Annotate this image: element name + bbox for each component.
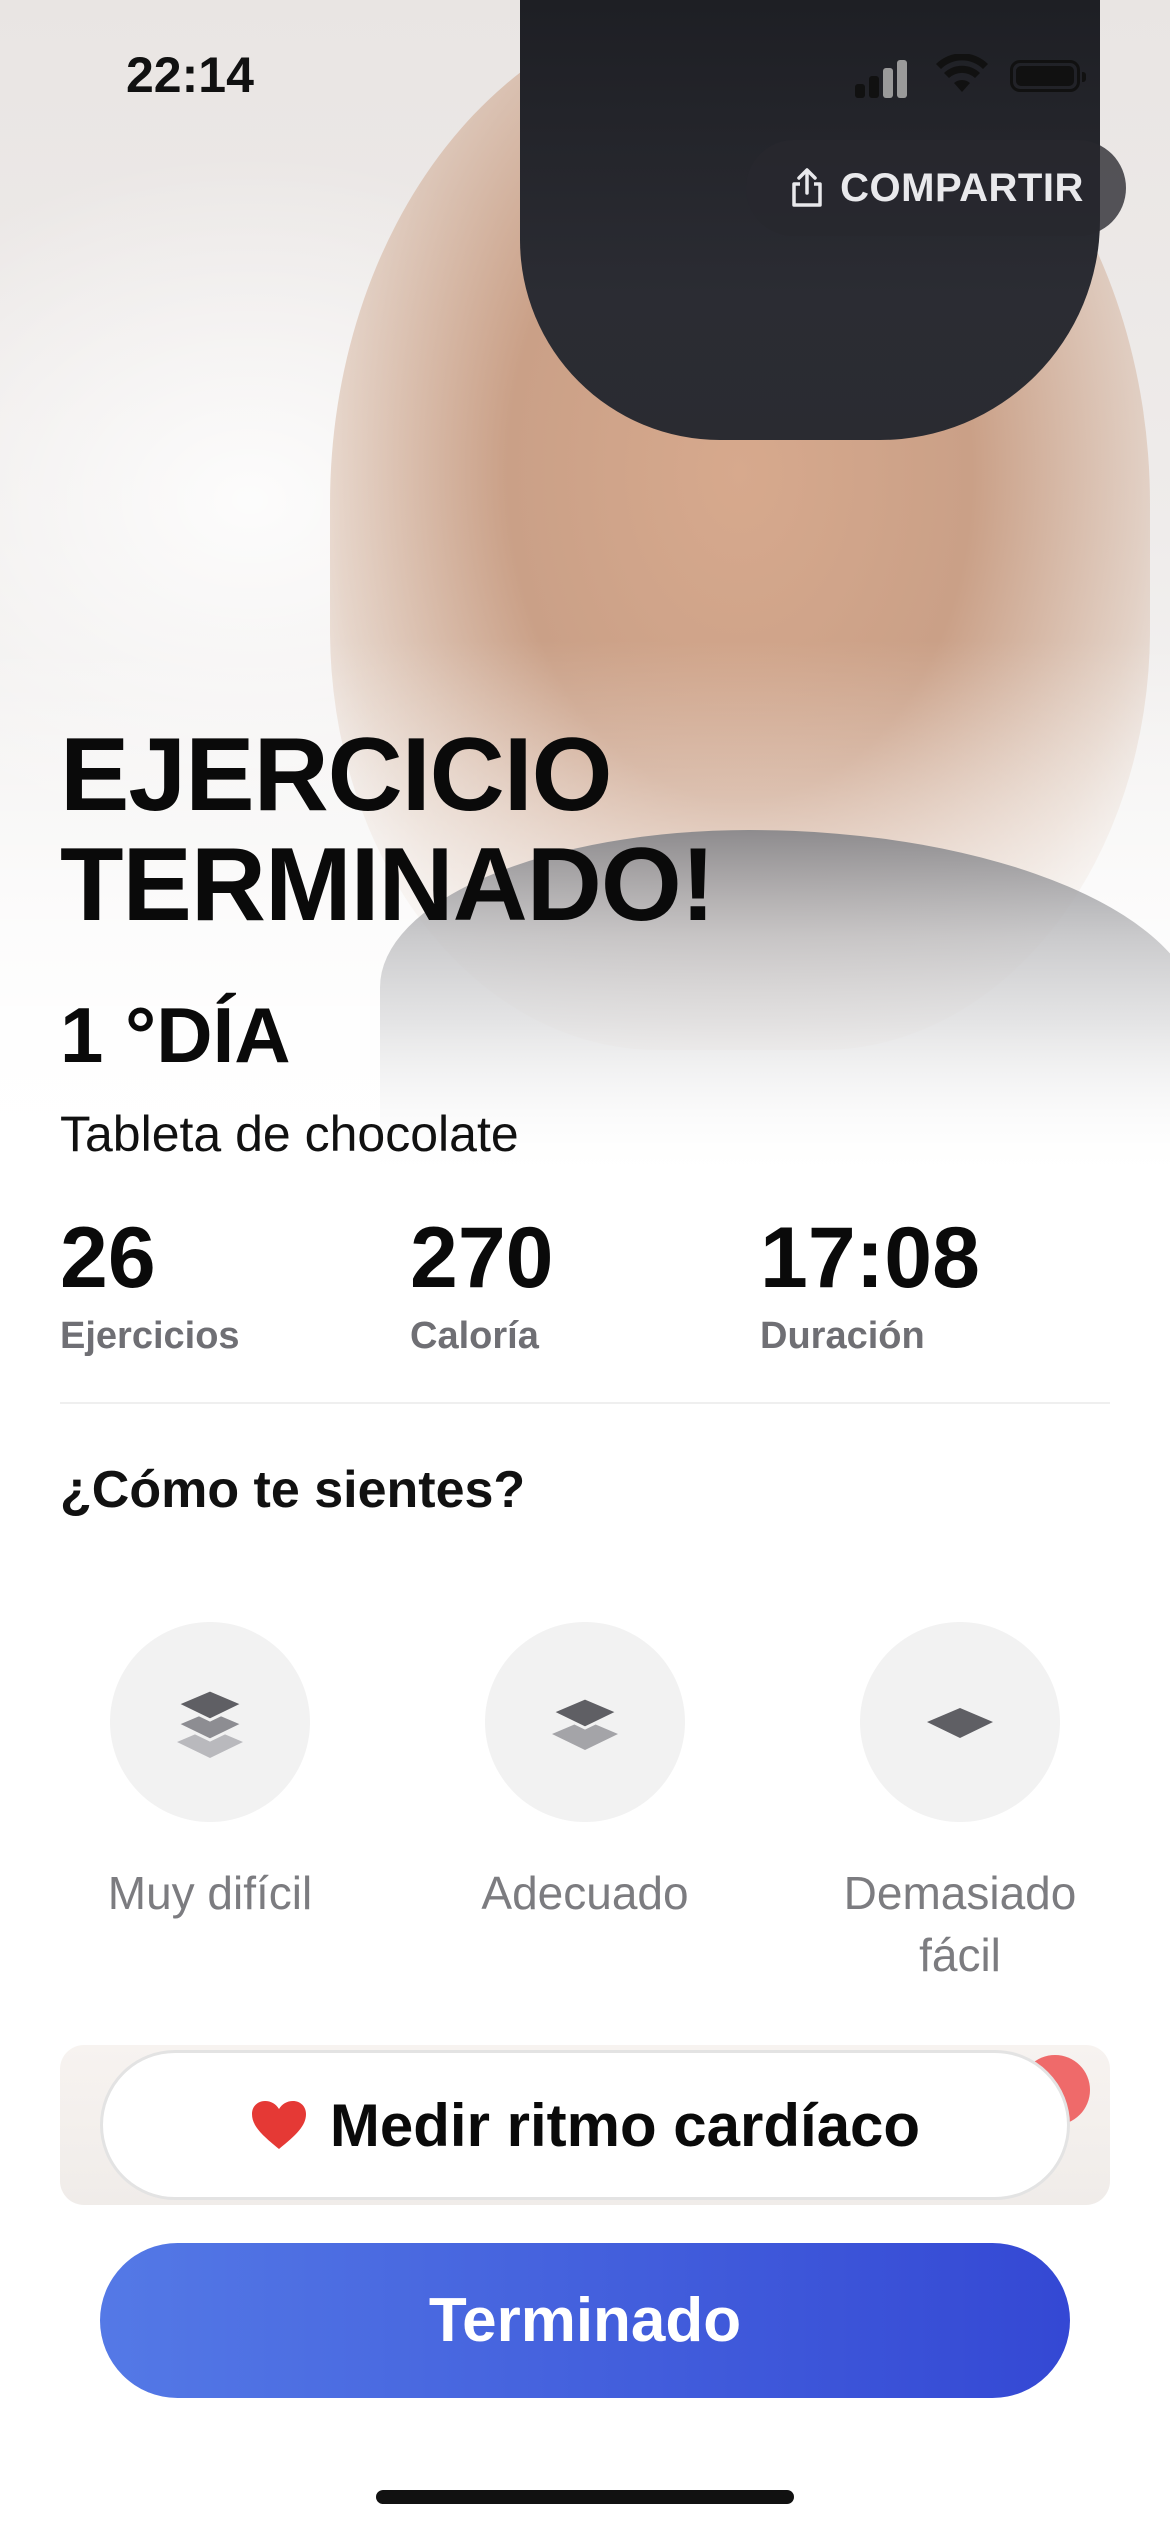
option-circle [860,1622,1060,1822]
feedback-question: ¿Cómo te sientes? [60,1461,526,1519]
stat-label: Caloría [410,1315,539,1357]
stat-calories: 270 Caloría [410,1215,554,1358]
option-label: Adecuado [481,1867,689,1919]
share-label: COMPARTIR [840,165,1084,210]
done-label: Terminado [428,2286,742,2355]
stats-row: 26 Ejercicios 270 Caloría 17:08 Duración [60,1215,1110,1365]
stat-exercises: 26 Ejercicios [60,1215,240,1358]
feedback-option-adequate[interactable]: Adecuado [435,1622,735,1924]
page-title: EJERCICIO TERMINADO! [60,720,1060,940]
cellular-signal-icon [855,58,915,98]
option-label: Demasiado fácil [843,1867,1077,1982]
layers-three-icon [175,1688,245,1758]
title-line-2: TERMINADO! [60,827,715,944]
stat-value: 270 [410,1210,554,1306]
stat-duration: 17:08 Duración [760,1215,980,1358]
wifi-icon [936,54,988,92]
plan-name: Tableta de chocolate [60,1106,519,1162]
stat-label: Duración [760,1315,925,1357]
option-label: Muy difícil [107,1867,313,1919]
battery-icon [1010,60,1086,92]
layer-one-icon [927,1708,993,1738]
status-time: 22:14 [126,47,254,103]
title-line-1: EJERCICIO [60,717,613,833]
measure-heart-rate-button[interactable]: Medir ritmo cardíaco [100,2050,1070,2200]
option-circle [110,1622,310,1822]
stat-label: Ejercicios [60,1315,240,1357]
option-circle [485,1622,685,1822]
heart-rate-label: Medir ritmo cardíaco [329,2091,921,2159]
feedback-option-too-easy[interactable]: Demasiado fácil [810,1622,1110,1986]
share-icon [792,168,822,207]
done-button[interactable]: Terminado [100,2243,1070,2398]
feedback-option-very-hard[interactable]: Muy difícil [60,1622,360,1924]
layers-two-icon [550,1696,620,1750]
stat-value: 17:08 [760,1210,980,1306]
status-bar: 22:14 [0,0,1170,150]
heart-icon [251,2101,306,2149]
share-button[interactable]: COMPARTIR [746,140,1126,236]
stat-value: 26 [60,1210,156,1306]
divider [60,1402,1110,1404]
home-indicator[interactable] [376,2490,794,2504]
day-label: 1 °DÍA [60,991,291,1079]
